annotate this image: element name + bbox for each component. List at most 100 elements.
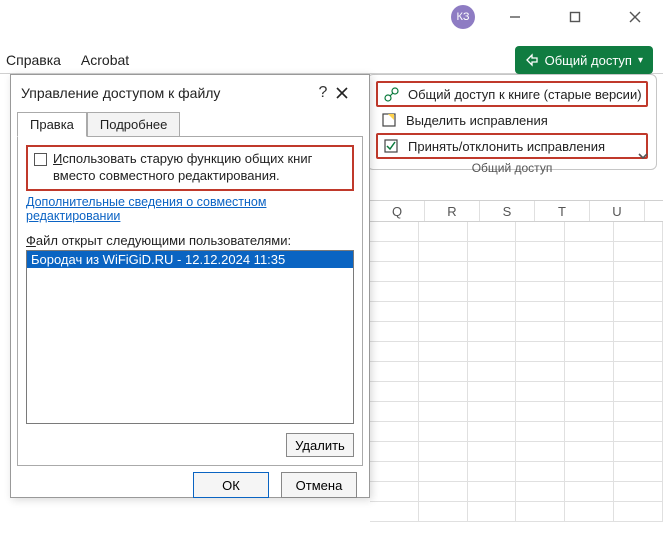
cell[interactable] (565, 242, 614, 262)
cell[interactable] (419, 362, 468, 382)
col-header[interactable]: U (590, 201, 645, 221)
cell[interactable] (468, 262, 517, 282)
cell[interactable] (565, 222, 614, 242)
cell[interactable] (516, 422, 565, 442)
cell[interactable] (468, 482, 517, 502)
cell[interactable] (419, 262, 468, 282)
cell[interactable] (565, 262, 614, 282)
users-listbox[interactable]: Бородач из WiFiGiD.RU - 12.12.2024 11:35 (26, 250, 354, 424)
share-button[interactable]: Общий доступ ▾ (515, 46, 653, 74)
cell[interactable] (370, 222, 419, 242)
cell[interactable] (516, 322, 565, 342)
cell[interactable] (516, 222, 565, 242)
cell[interactable] (370, 342, 419, 362)
cell[interactable] (468, 502, 517, 522)
cell[interactable] (614, 462, 663, 482)
cell[interactable] (419, 502, 468, 522)
ok-button[interactable]: ОК (193, 472, 269, 498)
cmd-accept-reject-changes[interactable]: Принять/отклонить исправления (376, 133, 648, 159)
cell[interactable] (614, 322, 663, 342)
cell[interactable] (516, 262, 565, 282)
cell[interactable] (614, 282, 663, 302)
cell[interactable] (565, 382, 614, 402)
cell[interactable] (468, 342, 517, 362)
cell[interactable] (468, 462, 517, 482)
cell[interactable] (614, 442, 663, 462)
cell[interactable] (468, 382, 517, 402)
cell[interactable] (419, 382, 468, 402)
cell[interactable] (419, 282, 468, 302)
cell[interactable] (565, 342, 614, 362)
col-header[interactable]: T (535, 201, 590, 221)
cell[interactable] (516, 302, 565, 322)
user-list-item-selected[interactable]: Бородач из WiFiGiD.RU - 12.12.2024 11:35 (27, 251, 353, 268)
minimize-button[interactable] (495, 3, 535, 31)
cell[interactable] (419, 322, 468, 342)
cell[interactable] (468, 442, 517, 462)
cell[interactable] (516, 502, 565, 522)
cell[interactable] (565, 462, 614, 482)
cell[interactable] (468, 422, 517, 442)
cell[interactable] (565, 422, 614, 442)
cell[interactable] (468, 282, 517, 302)
cell[interactable] (516, 382, 565, 402)
cell[interactable] (370, 442, 419, 462)
cell[interactable] (370, 482, 419, 502)
cell[interactable] (614, 382, 663, 402)
cell[interactable] (468, 302, 517, 322)
user-avatar[interactable]: КЗ (451, 5, 475, 29)
cell[interactable] (565, 402, 614, 422)
cell[interactable] (516, 362, 565, 382)
dialog-help-button[interactable]: ? (311, 84, 335, 102)
cell[interactable] (614, 422, 663, 442)
cell[interactable] (419, 222, 468, 242)
cell[interactable] (565, 482, 614, 502)
cell[interactable] (468, 402, 517, 422)
cell[interactable] (468, 242, 517, 262)
cell[interactable] (565, 302, 614, 322)
dialog-tab-more[interactable]: Подробнее (87, 112, 180, 137)
cell[interactable] (614, 222, 663, 242)
cell[interactable] (419, 422, 468, 442)
coediting-info-link[interactable]: Дополнительные сведения о совместном ред… (26, 195, 354, 223)
cell[interactable] (419, 302, 468, 322)
cmd-share-workbook-legacy[interactable]: Общий доступ к книге (старые версии) (376, 81, 648, 107)
tab-help[interactable]: Справка (6, 52, 61, 68)
tab-acrobat[interactable]: Acrobat (81, 52, 129, 68)
spreadsheet-grid[interactable]: Q R S T U (370, 200, 663, 534)
cell[interactable] (370, 422, 419, 442)
cell[interactable] (419, 242, 468, 262)
cell[interactable] (614, 302, 663, 322)
cell[interactable] (370, 362, 419, 382)
dialog-tab-edit[interactable]: Правка (17, 112, 87, 137)
cell[interactable] (614, 242, 663, 262)
use-legacy-sharing-checkbox[interactable]: Использовать старую функцию общих книг в… (26, 145, 354, 191)
col-header[interactable]: Q (370, 201, 425, 221)
cell[interactable] (370, 402, 419, 422)
cell[interactable] (516, 282, 565, 302)
cell[interactable] (614, 502, 663, 522)
cell[interactable] (516, 342, 565, 362)
cell[interactable] (565, 502, 614, 522)
cancel-button[interactable]: Отмена (281, 472, 357, 498)
cell[interactable] (419, 442, 468, 462)
cell[interactable] (419, 462, 468, 482)
cell[interactable] (370, 262, 419, 282)
cell[interactable] (516, 482, 565, 502)
cell[interactable] (370, 502, 419, 522)
cell[interactable] (614, 362, 663, 382)
cell[interactable] (565, 322, 614, 342)
cell[interactable] (614, 402, 663, 422)
col-header[interactable]: R (425, 201, 480, 221)
cell[interactable] (516, 442, 565, 462)
col-header[interactable]: S (480, 201, 535, 221)
cmd-highlight-changes[interactable]: Выделить исправления (376, 107, 648, 133)
cell[interactable] (370, 382, 419, 402)
cell[interactable] (565, 362, 614, 382)
cell[interactable] (468, 322, 517, 342)
cell[interactable] (614, 482, 663, 502)
cell[interactable] (565, 442, 614, 462)
remove-user-button[interactable]: Удалить (286, 433, 354, 457)
cell[interactable] (419, 402, 468, 422)
close-window-button[interactable] (615, 3, 655, 31)
